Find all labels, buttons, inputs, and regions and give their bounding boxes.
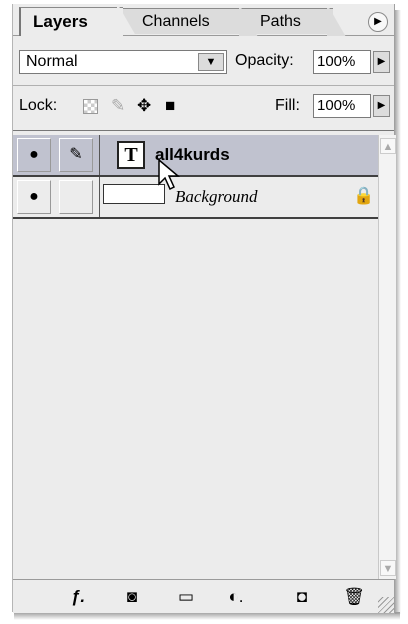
layer-style-icon[interactable]: ƒ. [65, 586, 91, 608]
play-right-icon: ▶ [377, 56, 386, 67]
lock-label: Lock: [19, 97, 58, 114]
eye-icon[interactable]: ● [17, 138, 51, 172]
play-right-icon: ▶ [377, 100, 386, 111]
tab-layers[interactable]: Layers [19, 7, 137, 36]
layers-panel: Paths Channels Layers ▶ Normal ▼ Opacity… [12, 4, 396, 613]
new-layer-icon[interactable]: ◘ [289, 586, 315, 608]
scroll-up-arrow-icon[interactable]: ▲ [380, 138, 396, 154]
layers-bottom-toolbar: ƒ. ◙ ▭ ◐. ◘ 🗑 [13, 579, 394, 613]
layer-row-all4kurds[interactable]: ● ✎ T all4kurds [13, 135, 378, 177]
new-group-icon[interactable]: ▭ [173, 586, 199, 608]
layer-row-background[interactable]: ● Background 🔒 [13, 177, 378, 219]
layer-name[interactable]: Background [175, 187, 257, 207]
fill-input[interactable]: 100% [313, 94, 371, 118]
opacity-label: Opacity: [235, 52, 294, 69]
opacity-input[interactable]: 100% [313, 50, 371, 74]
eye-icon[interactable]: ● [17, 180, 51, 214]
mouse-cursor-icon [158, 158, 181, 191]
lock-icon: 🔒 [353, 186, 375, 205]
blend-mode-value: Normal [26, 53, 78, 70]
lock-transparent-pixels-icon[interactable] [83, 99, 98, 114]
fill-label: Fill: [275, 97, 300, 114]
opacity-slider-button[interactable]: ▶ [373, 51, 390, 73]
blend-mode-select[interactable]: Normal ▼ [19, 50, 227, 74]
chevron-down-icon[interactable]: ▼ [198, 53, 224, 71]
resize-grip[interactable] [378, 597, 394, 613]
trash-icon[interactable]: 🗑 [341, 586, 367, 608]
link-slot[interactable] [59, 180, 93, 214]
layer-list: ● ✎ T all4kurds ● Background 🔒 [13, 135, 378, 579]
panel-menu-button[interactable]: ▶ [368, 12, 388, 32]
panel-tab-bar: Paths Channels Layers ▶ [13, 4, 394, 38]
lock-image-pixels-icon[interactable]: ✎ [111, 96, 125, 116]
text-layer-icon: T [117, 141, 145, 169]
tab-channels[interactable]: Channels [119, 8, 259, 36]
layer-list-scrollbar[interactable]: ▲ ▼ [378, 135, 396, 579]
brush-icon[interactable]: ✎ [59, 138, 93, 172]
scroll-down-arrow-icon[interactable]: ▼ [380, 560, 396, 576]
adjustment-layer-icon[interactable]: ◐. [223, 586, 249, 608]
fill-slider-button[interactable]: ▶ [373, 95, 390, 117]
layer-thumbnail [103, 184, 165, 204]
play-right-icon: ▶ [374, 16, 382, 27]
lock-position-icon[interactable]: ✥ [137, 96, 151, 116]
lock-all-icon[interactable]: ■ [165, 96, 175, 116]
layer-mask-icon[interactable]: ◙ [119, 586, 145, 608]
